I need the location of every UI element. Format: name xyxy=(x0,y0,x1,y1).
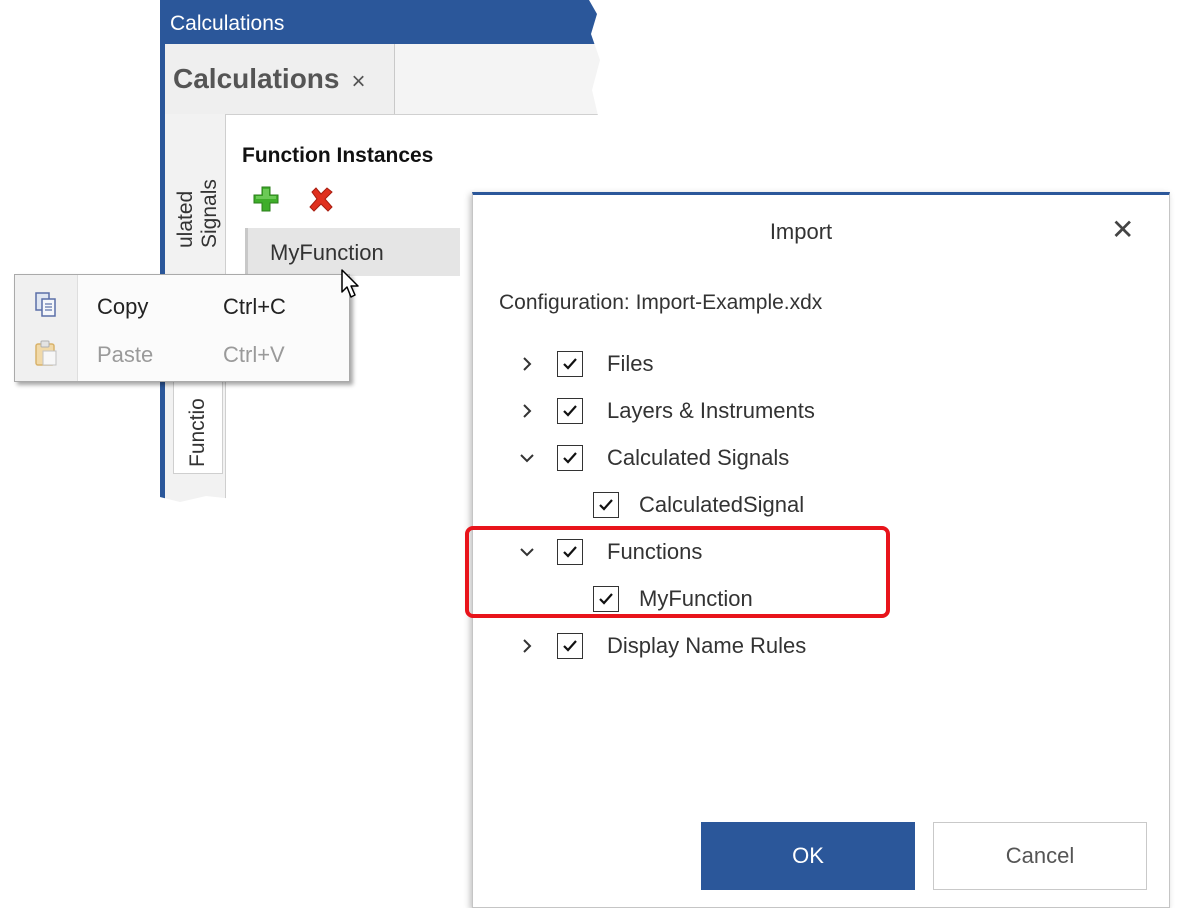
vtab-calculated-signals[interactable]: ulated Signals xyxy=(173,114,223,254)
menu-item-paste-shortcut: Ctrl+V xyxy=(223,342,285,367)
tree-item-files[interactable]: Files xyxy=(517,345,877,385)
tree-item-label: Files xyxy=(607,351,654,376)
function-name: MyFunction xyxy=(270,240,384,265)
checkbox[interactable] xyxy=(593,492,619,518)
tree-item-label: Layers & Instruments xyxy=(607,398,815,423)
document-tab-strip: Calculations × xyxy=(165,44,600,115)
tree-item-display-name-rules[interactable]: Display Name Rules xyxy=(517,627,877,667)
tab-close-icon[interactable]: × xyxy=(351,68,365,96)
tab-calculations-label: Calculations xyxy=(173,63,340,94)
chevron-right-icon[interactable] xyxy=(517,636,537,656)
context-menu: Copy Ctrl+C Paste Ctrl+V xyxy=(14,274,350,382)
checkbox[interactable] xyxy=(557,351,583,377)
close-icon[interactable]: ✕ xyxy=(1111,213,1134,246)
menu-item-paste-label: Paste xyxy=(97,342,154,367)
dialog-title: Import xyxy=(769,219,833,244)
copy-icon xyxy=(35,292,56,317)
checkbox[interactable] xyxy=(557,633,583,659)
tree-item-layers-instruments[interactable]: Layers & Instruments xyxy=(517,392,877,432)
highlight-annotation xyxy=(465,526,890,618)
menu-item-paste[interactable]: Paste Ctrl+V xyxy=(15,330,349,378)
delete-icon[interactable] xyxy=(308,186,334,212)
menu-item-copy-shortcut: Ctrl+C xyxy=(223,294,286,319)
chevron-right-icon[interactable] xyxy=(517,354,537,374)
checkbox[interactable] xyxy=(557,398,583,424)
paste-icon xyxy=(35,340,57,366)
tree-item-calculatedsignal[interactable]: CalculatedSignal xyxy=(593,486,893,526)
tab-calculations[interactable]: Calculations × xyxy=(165,44,395,114)
tree-item-label: Calculated Signals xyxy=(607,445,790,470)
chevron-right-icon[interactable] xyxy=(517,401,537,421)
ok-button[interactable]: OK xyxy=(701,822,915,890)
function-instances-heading: Function Instances xyxy=(242,144,434,167)
add-icon[interactable] xyxy=(253,186,279,212)
calculations-window-title: Calculations xyxy=(170,12,285,35)
checkbox[interactable] xyxy=(557,445,583,471)
menu-item-copy-label: Copy xyxy=(97,294,149,319)
tree-item-calculated-signals[interactable]: Calculated Signals xyxy=(517,439,877,479)
mouse-pointer-icon xyxy=(341,269,359,298)
menu-item-copy[interactable]: Copy Ctrl+C xyxy=(15,282,349,330)
cancel-button[interactable]: Cancel xyxy=(933,822,1147,890)
list-item[interactable]: MyFunction xyxy=(245,228,488,276)
chevron-down-icon[interactable] xyxy=(517,448,537,468)
calculations-title-bar: Calculations xyxy=(160,0,600,44)
tree-item-label: CalculatedSignal xyxy=(639,492,805,517)
configuration-label: Configuration: Import-Example.xdx xyxy=(499,291,823,314)
tree-item-label: Display Name Rules xyxy=(607,633,807,658)
import-dialog: Import ✕ Configuration: Import-Example.x… xyxy=(465,192,1170,908)
